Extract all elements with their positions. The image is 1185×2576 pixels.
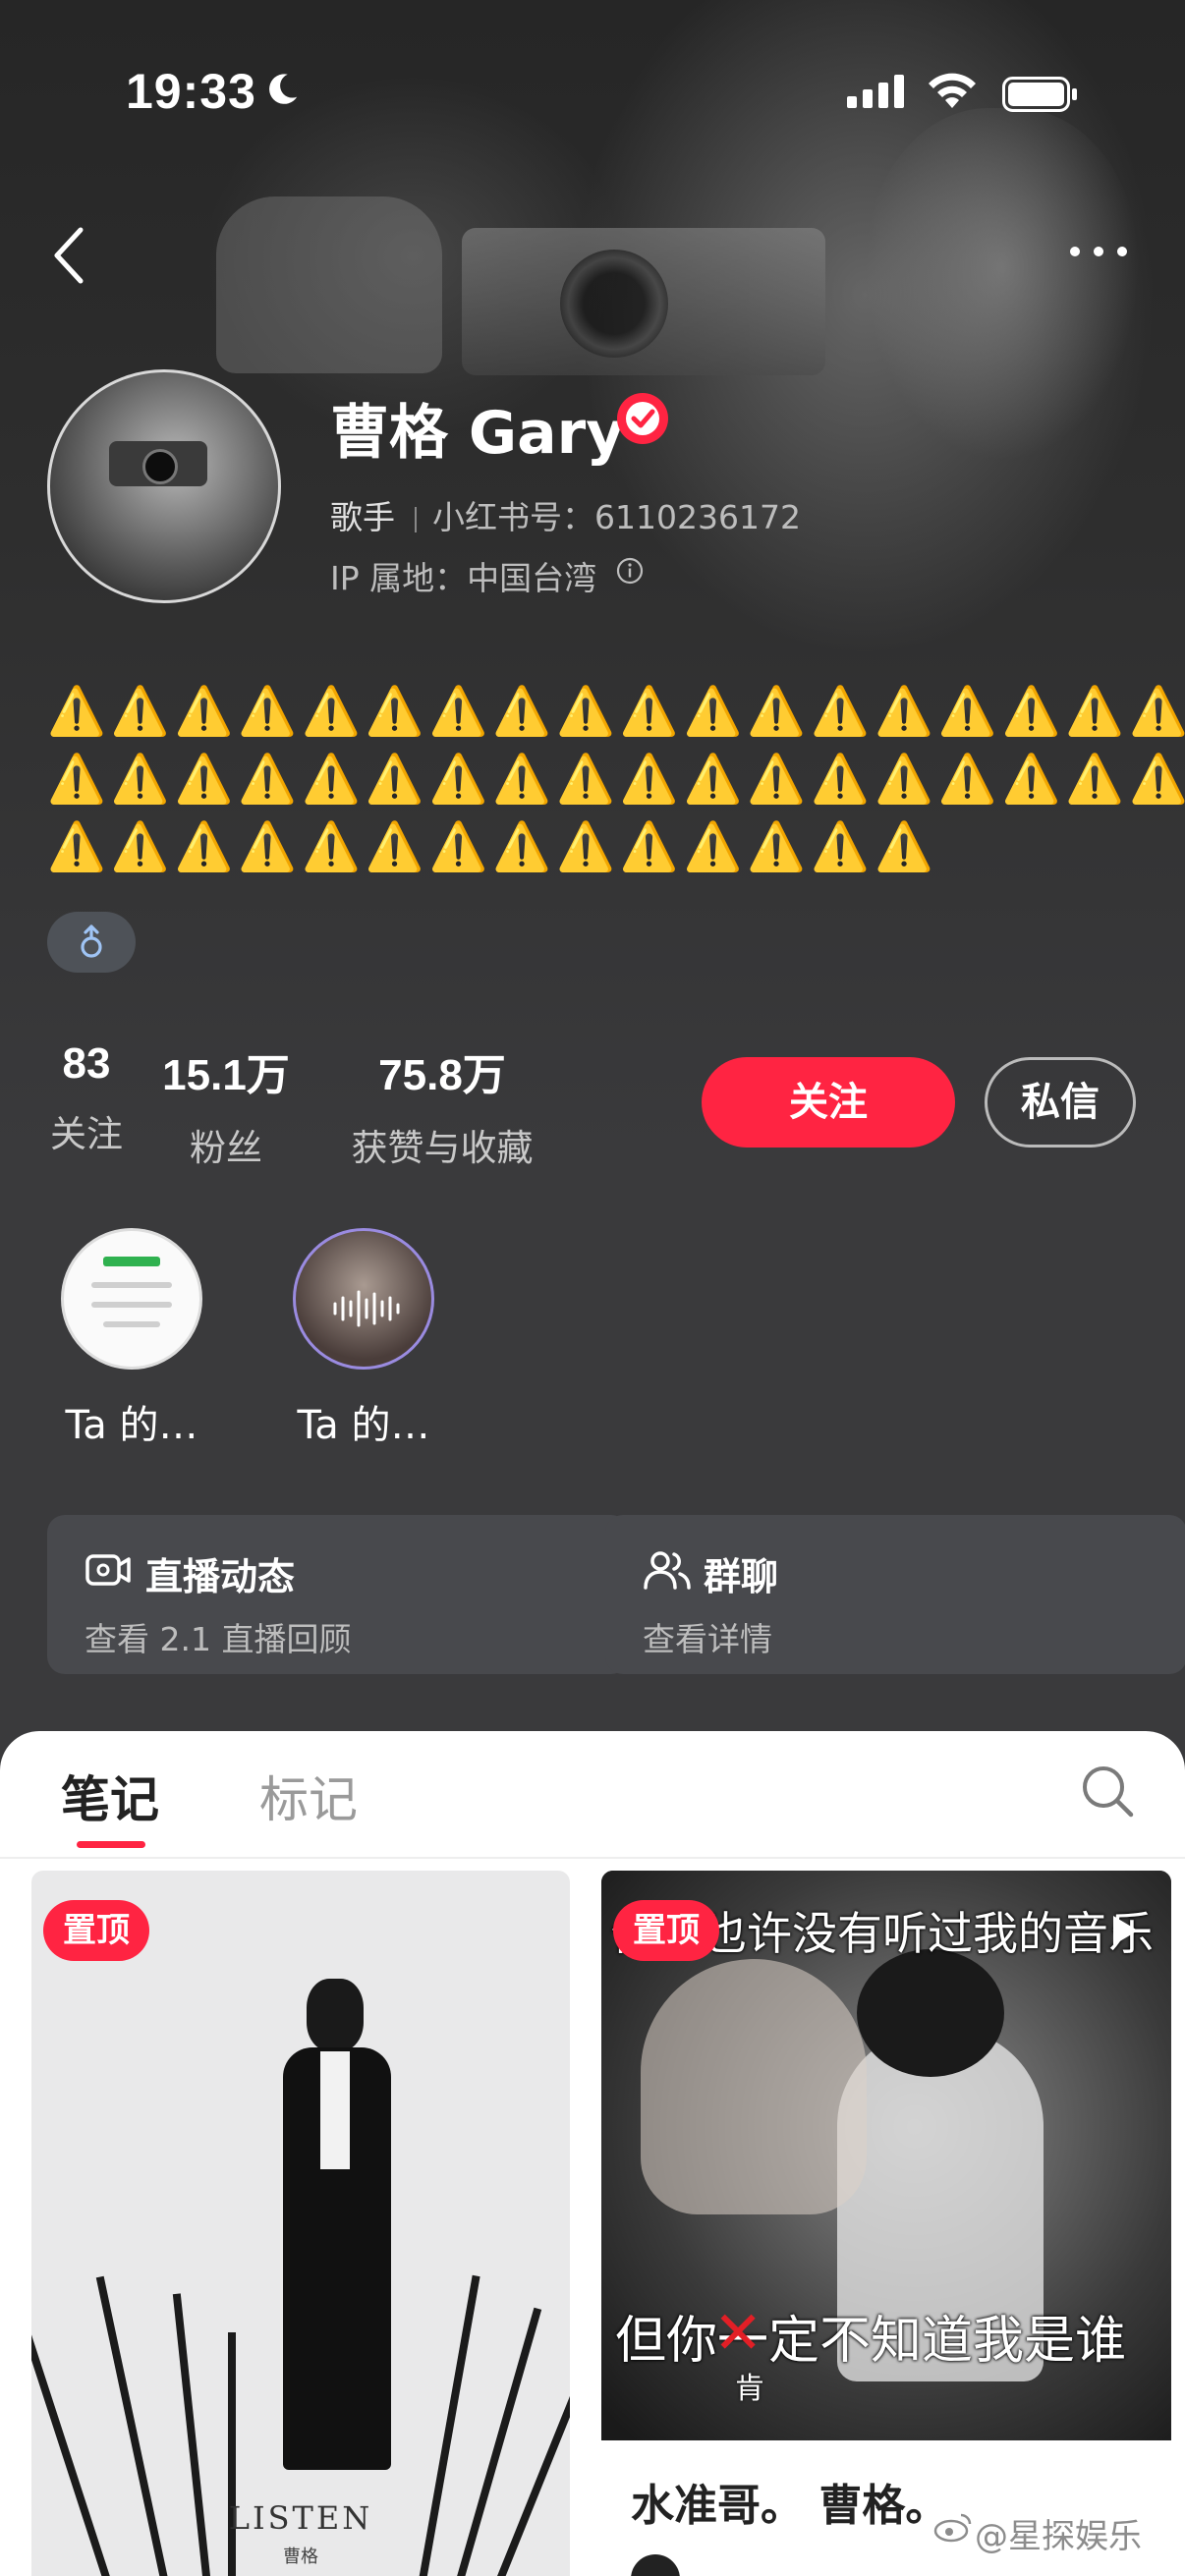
verified-badge-icon <box>617 393 668 444</box>
singer-shirt-shape <box>320 2051 350 2169</box>
pinned-badge: 置顶 <box>613 1900 719 1961</box>
card-subtitle: 查看详情 <box>643 1620 772 1658</box>
poster-title: LISTEN <box>228 2499 373 2537</box>
red-id[interactable]: 小红书号：6110236172 <box>432 498 801 536</box>
collection-thumbnail <box>61 1228 202 1370</box>
occupation-tag: 歌手 <box>330 498 395 536</box>
note-card[interactable]: LISTEN 曹格 置顶 <box>31 1871 570 2576</box>
video-hand-shape <box>641 1959 867 2214</box>
collection-item[interactable]: Ta 的… <box>285 1228 442 1450</box>
video-play-icon <box>1113 1916 1138 1945</box>
tab-notes[interactable]: 笔记 <box>61 1761 159 1831</box>
card-subtitle: 查看 2.1 直播回顾 <box>85 1620 352 1658</box>
singer-figure <box>265 1979 413 2509</box>
battery-icon <box>1002 77 1077 112</box>
collection-label: Ta 的… <box>297 1403 430 1448</box>
video-caption-bottom: 但你一定不知道我是谁 <box>615 2312 1127 2371</box>
stat-following[interactable]: 83 关注 <box>47 1039 126 1157</box>
content-sheet: 笔记 标记 LISTEN 曹格 置顶 但你也许没有听过我的音乐 但你一定不知道我… <box>0 1731 1185 2576</box>
thumbnail-line <box>91 1302 172 1308</box>
cellular-signal-icon <box>847 75 904 108</box>
info-icon[interactable] <box>615 556 645 586</box>
stat-label: 获赞与收藏 <box>351 1127 534 1169</box>
thumbnail-line <box>103 1321 160 1327</box>
stat-value: 83 <box>62 1039 111 1088</box>
stat-followers[interactable]: 15.1万 粉丝 <box>157 1039 295 1171</box>
cross-out-mark-icon: ✕ <box>713 2299 763 2368</box>
singer-head-shape <box>307 1979 364 2051</box>
profile-meta: 歌手 小红书号：6110236172 <box>330 491 801 538</box>
pinned-badge: 置顶 <box>43 1900 149 1961</box>
thumbnail-header-bar <box>103 1257 160 1266</box>
author-avatar[interactable] <box>631 2554 680 2576</box>
stat-likes-collects[interactable]: 75.8万 获赞与收藏 <box>334 1039 550 1171</box>
group-chat-icon <box>644 1551 691 1590</box>
collection-label: Ta 的… <box>65 1403 198 1448</box>
back-arrow-icon[interactable] <box>47 224 90 287</box>
audio-wave-icon <box>333 1290 400 1327</box>
mic-stand-shape <box>228 2332 236 2576</box>
male-icon <box>81 924 102 958</box>
collection-thumbnail <box>293 1228 434 1370</box>
note-title: 水准哥。 曹格。 <box>631 2481 949 2531</box>
video-caption-correction: 肯 <box>735 2372 764 2406</box>
status-time: 19:33 <box>126 64 256 119</box>
stat-label: 粉丝 <box>190 1127 262 1169</box>
message-button[interactable]: 私信 <box>985 1057 1136 1148</box>
active-tab-indicator <box>77 1841 145 1848</box>
poster-subtitle: 曹格 <box>283 2547 318 2567</box>
meta-divider <box>415 506 417 532</box>
avatar-camera-shape <box>109 441 207 486</box>
gender-badge <box>47 912 136 973</box>
profile-name: 曹格 Gary <box>330 399 625 468</box>
cover-camera-shape <box>462 228 825 375</box>
collection-item[interactable]: Ta 的… <box>53 1228 210 1450</box>
tab-divider <box>0 1857 1185 1859</box>
thumbnail-line <box>91 1282 172 1288</box>
watermark: @星探娱乐 <box>975 2517 1142 2556</box>
note-card[interactable]: 但你也许没有听过我的音乐 但你一定不知道我是谁 ✕ 肯 置顶 水准哥。 曹格。 <box>601 1871 1171 2576</box>
weibo-logo-icon <box>933 2513 972 2543</box>
stat-value: 75.8万 <box>378 1051 506 1099</box>
wifi-icon <box>929 73 976 108</box>
ip-location: IP 属地：中国台湾 <box>330 559 597 597</box>
mic-stand-shape <box>492 2340 570 2576</box>
live-video-icon <box>85 1554 131 1586</box>
profile-bio: ⚠️⚠️⚠️⚠️⚠️⚠️⚠️⚠️⚠️⚠️⚠️⚠️⚠️⚠️⚠️⚠️⚠️⚠️⚠️⚠️… <box>47 684 1185 874</box>
avatar[interactable] <box>47 369 281 603</box>
video-hair-shape <box>857 1949 1004 2077</box>
moon-icon <box>269 74 298 104</box>
stat-label: 关注 <box>50 1113 123 1155</box>
cover-hand-shape <box>216 196 442 373</box>
search-icon[interactable] <box>1079 1763 1136 1820</box>
group-chat-card[interactable]: 群聊 查看详情 <box>605 1515 1185 1674</box>
live-activity-card[interactable]: 直播动态 查看 2.1 直播回顾 <box>47 1515 629 1674</box>
tab-marks[interactable]: 标记 <box>259 1761 358 1831</box>
follow-button[interactable]: 关注 <box>702 1057 955 1148</box>
status-bar: 19:33 <box>0 0 1185 187</box>
more-options-icon[interactable] <box>1067 242 1130 261</box>
stat-value: 15.1万 <box>162 1051 290 1099</box>
card-title: 直播动态 <box>145 1555 296 1598</box>
card-title: 群聊 <box>704 1555 779 1598</box>
